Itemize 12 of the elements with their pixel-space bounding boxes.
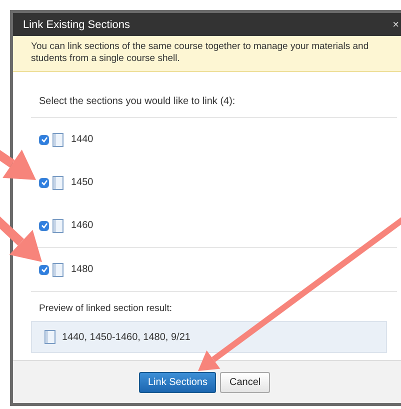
link-sections-button[interactable]: Link Sections xyxy=(139,372,216,392)
preview-label: Preview of linked section result: xyxy=(39,303,174,314)
cancel-button[interactable]: Cancel xyxy=(220,372,270,392)
section-label: 1440 xyxy=(71,134,94,145)
info-message: You can link sections of the same course together to manage your materials and students from a single course shell. xyxy=(13,36,401,72)
section-label: 1450 xyxy=(71,177,94,188)
instruction-text: Select the sections you would like to link (4): xyxy=(39,96,236,107)
window-title: Link Existing Sections xyxy=(23,18,130,30)
section-label: 1480 xyxy=(71,264,94,275)
preview-value: 1440, 1450-1460, 1480, 9/21 xyxy=(62,332,190,342)
close-button[interactable]: × xyxy=(392,18,399,30)
section-label: 1460 xyxy=(71,220,94,231)
